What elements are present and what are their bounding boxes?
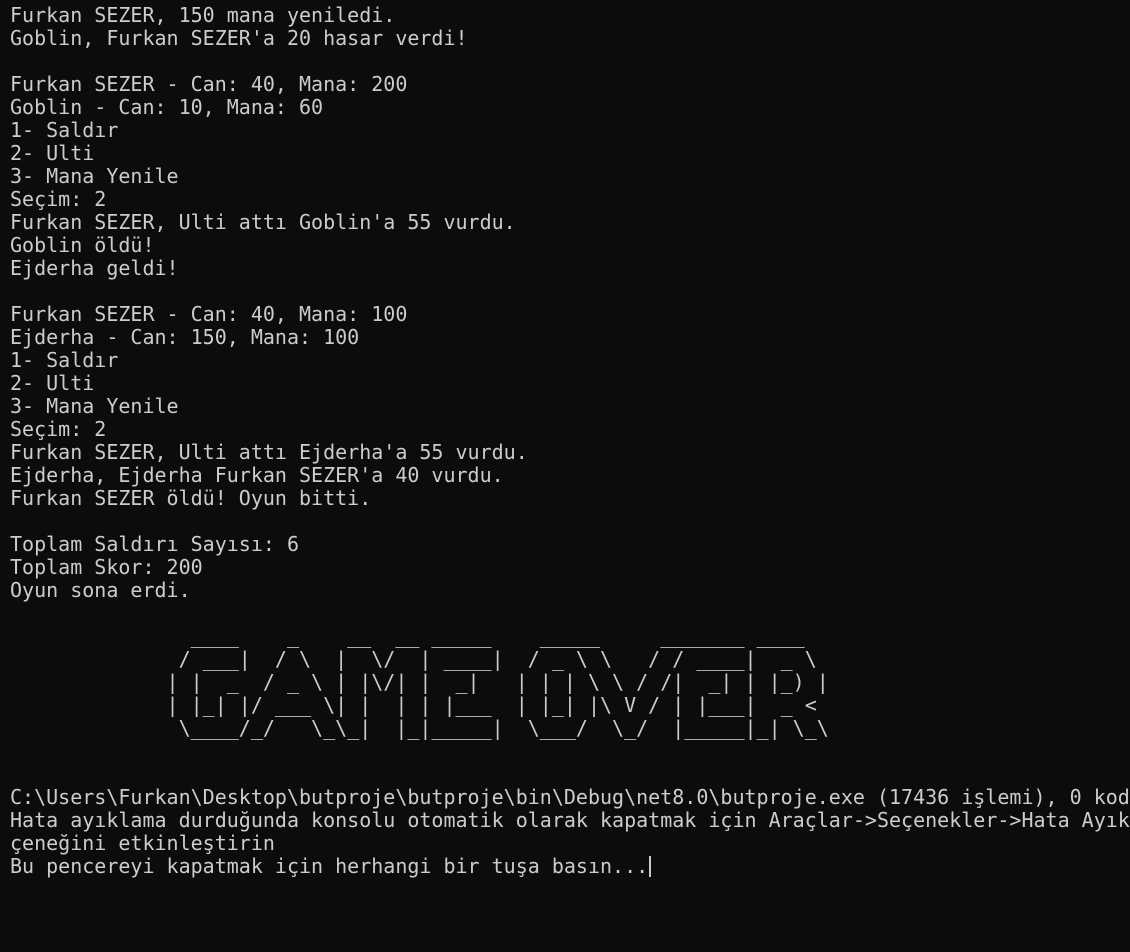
console-line: Seçim: 2: [10, 188, 1130, 211]
console-line-text: çeneğini etkinleştirin: [10, 831, 275, 855]
console-line: Toplam Saldırı Sayısı: 6: [10, 533, 1130, 556]
console-line-text: Goblin, Furkan SEZER'a 20 hasar verdi!: [10, 26, 468, 50]
console-line: Furkan SEZER, Ulti attı Ejderha'a 55 vur…: [10, 441, 1130, 464]
console-line-text: \____/_/ \_\_| |_|_____| \___/ \_/ |____…: [10, 716, 829, 740]
console-line: Furkan SEZER öldü! Oyun bitti.: [10, 487, 1130, 510]
console-line: 2- Ulti: [10, 142, 1130, 165]
console-line-text: 3- Mana Yenile: [10, 394, 179, 418]
game-over-ascii-art-line: ____ _ __ __ _____ _____ _______ ____: [10, 625, 1130, 648]
console-line-text: Seçim: 2: [10, 417, 107, 441]
console-line: Ejderha, Ejderha Furkan SEZER'a 40 vurdu…: [10, 464, 1130, 487]
console-line: Seçim: 2: [10, 418, 1130, 441]
console-line: Bu pencereyi kapatmak için herhangi bir …: [10, 855, 1130, 878]
console-line: 3- Mana Yenile: [10, 395, 1130, 418]
console-line-text: 2- Ulti: [10, 371, 95, 395]
console-line-text: Furkan SEZER - Can: 40, Mana: 100: [10, 302, 408, 326]
console-line-text: 2- Ulti: [10, 141, 95, 165]
console-line: Goblin - Can: 10, Mana: 60: [10, 96, 1130, 119]
console-line-text: Furkan SEZER, Ulti attı Ejderha'a 55 vur…: [10, 440, 528, 464]
console-line-text: / ___| / \ | \/ | ____| / _ \ \ / / ____…: [10, 647, 817, 671]
console-line: 2- Ulti: [10, 372, 1130, 395]
game-over-ascii-art-line: / ___| / \ | \/ | ____| / _ \ \ / / ____…: [10, 648, 1130, 671]
console-line-text: Furkan SEZER öldü! Oyun bitti.: [10, 486, 372, 510]
console-line: Furkan SEZER, 150 mana yeniledi.: [10, 4, 1130, 27]
console-line: çeneğini etkinleştirin: [10, 832, 1130, 855]
console-line-text: Furkan SEZER - Can: 40, Mana: 200: [10, 72, 408, 96]
console-line: 1- Saldır: [10, 119, 1130, 142]
console-line: 3- Mana Yenile: [10, 165, 1130, 188]
console-line-text: Toplam Saldırı Sayısı: 6: [10, 532, 299, 556]
console-line-text: Furkan SEZER, 150 mana yeniledi.: [10, 3, 396, 27]
text-cursor: [649, 856, 652, 877]
console-line-text: ____ _ __ __ _____ _____ _______ ____: [10, 624, 805, 648]
console-line-text: Bu pencereyi kapatmak için herhangi bir …: [10, 854, 649, 878]
console-line-text: Furkan SEZER, Ulti attı Goblin'a 55 vurd…: [10, 210, 516, 234]
console-line-text: Ejderha, Ejderha Furkan SEZER'a 40 vurdu…: [10, 463, 504, 487]
console-line: Oyun sona erdi.: [10, 579, 1130, 602]
console-line-text: C:\Users\Furkan\Desktop\butproje\butproj…: [10, 785, 1130, 809]
console-line: Goblin öldü!: [10, 234, 1130, 257]
game-over-ascii-art-line: | |_| |/ ___ \| | | | |___ | |_| |\ V / …: [10, 694, 1130, 717]
console-line-text: 3- Mana Yenile: [10, 164, 179, 188]
game-over-ascii-art-line: \____/_/ \_\_| |_|_____| \___/ \_/ |____…: [10, 717, 1130, 740]
console-line: Ejderha - Can: 150, Mana: 100: [10, 326, 1130, 349]
console-line-text: 1- Saldır: [10, 118, 119, 142]
console-line-text: | |_| |/ ___ \| | | | |___ | |_| |\ V / …: [10, 693, 817, 717]
console-line: 1- Saldır: [10, 349, 1130, 372]
console-line: Toplam Skor: 200: [10, 556, 1130, 579]
console-line-text: Hata ayıklama durduğunda konsolu otomati…: [10, 808, 1130, 832]
console-line: Furkan SEZER - Can: 40, Mana: 100: [10, 303, 1130, 326]
console-line: Furkan SEZER - Can: 40, Mana: 200: [10, 73, 1130, 96]
console-output[interactable]: Furkan SEZER, 150 mana yeniledi. Goblin, …: [10, 4, 1130, 878]
console-line-text: Toplam Skor: 200: [10, 555, 203, 579]
console-line-text: | | _ / _ \ | |\/| | _| | | | \ \ / /| _…: [10, 670, 829, 694]
console-line-text: Oyun sona erdi.: [10, 578, 191, 602]
console-line-text: Ejderha geldi!: [10, 256, 179, 280]
game-over-ascii-art-line: | | _ / _ \ | |\/| | _| | | | \ \ / /| _…: [10, 671, 1130, 694]
console-line: Ejderha geldi!: [10, 257, 1130, 280]
console-line-text: 1- Saldır: [10, 348, 119, 372]
console-line-text: Goblin öldü!: [10, 233, 155, 257]
console-line-text: Ejderha - Can: 150, Mana: 100: [10, 325, 360, 349]
console-line: Furkan SEZER, Ulti attı Goblin'a 55 vurd…: [10, 211, 1130, 234]
console-line: Goblin, Furkan SEZER'a 20 hasar verdi!: [10, 27, 1130, 50]
console-line-text: Seçim: 2: [10, 187, 107, 211]
console-line: C:\Users\Furkan\Desktop\butproje\butproj…: [10, 786, 1130, 809]
console-line-text: Goblin - Can: 10, Mana: 60: [10, 95, 324, 119]
console-line: Hata ayıklama durduğunda konsolu otomati…: [10, 809, 1130, 832]
